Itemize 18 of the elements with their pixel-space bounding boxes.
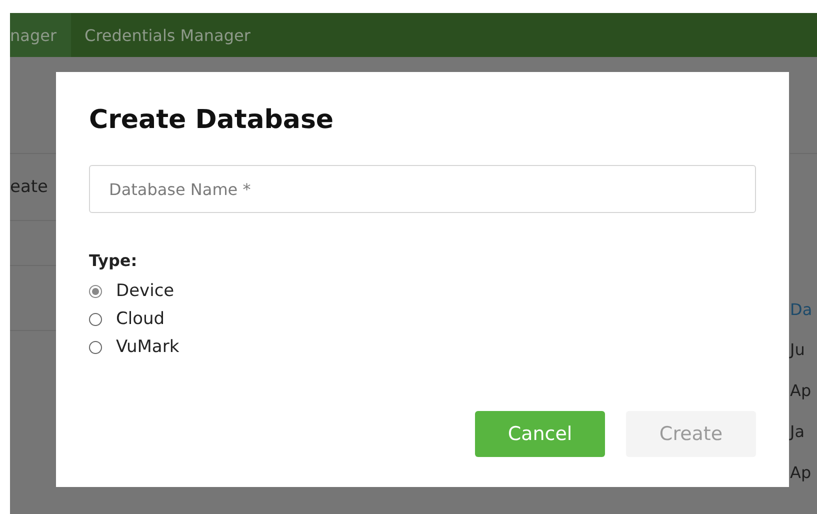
name-field[interactable]: Database Name *	[89, 165, 756, 213]
radio-button[interactable]	[89, 312, 102, 326]
date-cell-text: Ap	[790, 463, 812, 482]
cancel-button[interactable]: Cancel	[475, 411, 605, 457]
button-label: eate	[10, 177, 48, 197]
date-cell-text: Ap	[790, 381, 812, 400]
nav-tab[interactable]: nager	[10, 13, 71, 57]
radio-label[interactable]: Device	[116, 280, 174, 302]
dialog-title: Create Database	[89, 104, 335, 137]
radio-button[interactable]	[89, 284, 102, 298]
radio-label[interactable]: Cloud	[116, 308, 165, 330]
nav-tab[interactable]: Credentials Manager	[70, 13, 264, 57]
radio-label[interactable]: VuMark	[116, 336, 180, 358]
date-cell-text: Ja	[790, 422, 806, 441]
type-label: Type:	[89, 251, 138, 270]
date-cell-text: Ju	[790, 340, 806, 359]
radio-button[interactable]	[89, 340, 102, 354]
column-heading[interactable]: Da	[790, 300, 817, 319]
